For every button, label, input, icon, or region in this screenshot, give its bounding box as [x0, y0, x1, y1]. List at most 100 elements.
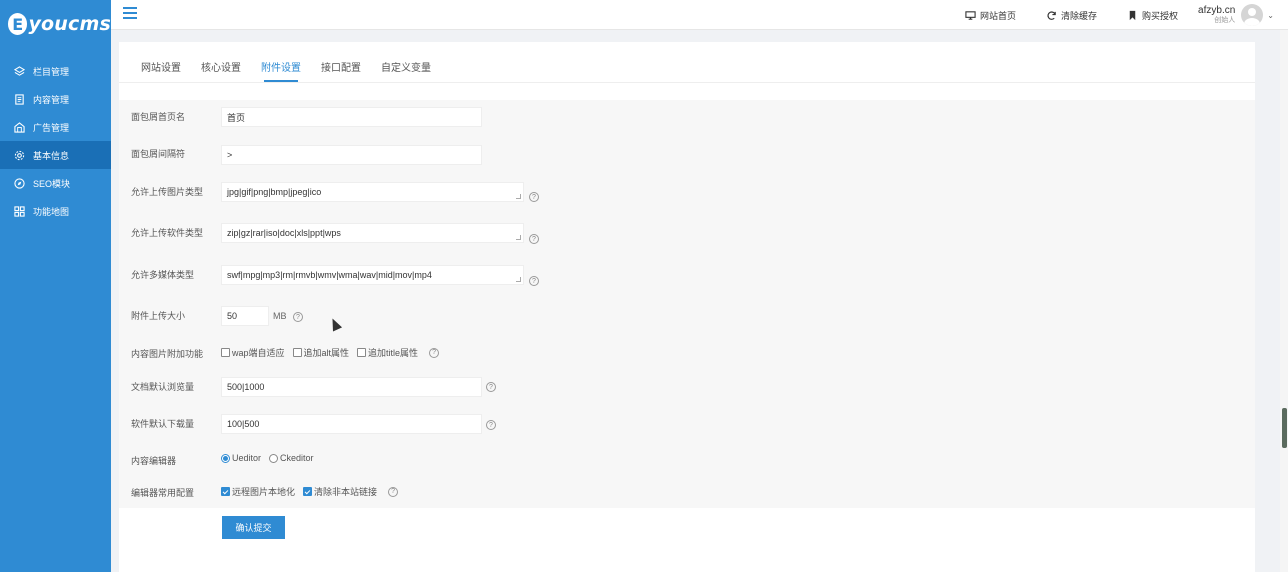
grid-icon — [13, 205, 25, 217]
doc-views-label: 文档默认浏览量 — [131, 382, 195, 392]
form-row: 允许上传软件类型 zip|gz|rar|iso|doc|xls|ppt|wps … — [119, 212, 1255, 254]
wap-adaptive-checkbox[interactable] — [221, 348, 230, 357]
form-row: 附件上传大小 50 MB ? — [119, 294, 1255, 336]
avatar[interactable] — [1241, 4, 1264, 26]
software-types-textarea[interactable]: zip|gz|rar|iso|doc|xls|ppt|wps — [221, 223, 524, 243]
tab-api-config[interactable]: 接口配置 — [311, 59, 371, 82]
image-types-label: 允许上传图片类型 — [131, 187, 204, 197]
username: afzyb.cn — [1198, 5, 1236, 16]
site-home-label: 网站首页 — [980, 10, 1017, 21]
image-types-value: jpg|gif|png|bmp|jpeg|ico — [227, 187, 322, 197]
sidebar-item-columns[interactable]: 栏目管理 — [0, 57, 111, 85]
clear-cache-link[interactable]: 清除缓存 — [1046, 9, 1097, 22]
append-title-checkbox[interactable] — [357, 348, 367, 357]
help-icon[interactable]: ? — [293, 312, 303, 322]
settings-tabs: 网站设置 核心设置 附件设置 接口配置 自定义变量 — [131, 42, 441, 82]
buy-license-link[interactable]: 购买授权 — [1127, 9, 1178, 22]
form-row: 内容编辑器 Ueditor Ckeditor — [119, 442, 1255, 474]
sidebar-nav: 栏目管理 内容管理 广告管理 基本信息 SEO模块 功能地图 — [0, 57, 111, 225]
append-alt-option[interactable]: 追加alt属性 — [292, 346, 350, 359]
sidebar-item-label: 广告管理 — [33, 122, 70, 133]
remove-external-links-checkbox[interactable] — [303, 487, 313, 496]
sidebar-item-label: 内容管理 — [33, 94, 70, 105]
remote-image-local-option[interactable]: 远程图片本地化 — [221, 485, 295, 498]
buy-license-label: 购买授权 — [1142, 10, 1179, 21]
sidebar-item-label: 栏目管理 — [33, 66, 70, 77]
upload-size-input[interactable]: 50 — [221, 306, 269, 326]
append-alt-checkbox[interactable] — [292, 348, 302, 357]
append-title-option[interactable]: 追加title属性 — [357, 346, 418, 359]
user-role: 创始人 — [1214, 17, 1236, 24]
page-scrollbar[interactable] — [1280, 30, 1288, 572]
monitor-icon — [965, 10, 976, 21]
media-types-label: 允许多媒体类型 — [131, 270, 195, 280]
breadcrumb-separator-label: 面包屑间隔符 — [131, 149, 186, 159]
help-icon[interactable]: ? — [529, 192, 539, 202]
help-icon[interactable]: ? — [529, 276, 539, 286]
ckeditor-option[interactable]: Ckeditor — [269, 453, 314, 463]
editor-options: Ueditor Ckeditor — [221, 453, 322, 463]
option-label: Ueditor — [232, 453, 262, 463]
tab-attachment-settings[interactable]: 附件设置 — [251, 59, 311, 82]
form-row: 软件默认下载量 100|500 ? — [119, 404, 1255, 442]
option-label: 追加alt属性 — [303, 348, 350, 358]
topbar: 网站首页 清除缓存 购买授权 afzyb.cn 创始人 ⌄ — [111, 0, 1288, 30]
user-info: afzyb.cn 创始人 — [1198, 5, 1235, 25]
breadcrumb-home-label: 面包屑首页名 — [131, 112, 186, 122]
top-actions: 网站首页 清除缓存 购买授权 afzyb.cn 创始人 ⌄ — [965, 0, 1288, 30]
option-label: 追加title属性 — [368, 348, 419, 358]
resize-handle-icon[interactable] — [516, 194, 521, 199]
sidebar-item-ads[interactable]: 广告管理 — [0, 113, 111, 141]
user-menu[interactable]: afzyb.cn 创始人 ⌄ — [1198, 4, 1274, 26]
image-extra-options: wap端自适应 追加alt属性 追加title属性 ? — [221, 346, 440, 359]
logo[interactable]: E youcms — [0, 0, 111, 48]
chevron-down-icon[interactable]: ⌄ — [1267, 11, 1274, 20]
document-icon — [13, 93, 25, 105]
option-label: 远程图片本地化 — [232, 487, 296, 497]
help-icon[interactable]: ? — [486, 382, 496, 392]
menu-toggle-icon[interactable] — [123, 7, 137, 19]
ad-icon — [13, 121, 25, 133]
option-label: 清除非本站链接 — [314, 487, 378, 497]
form-row: 编辑器常用配置 远程图片本地化 清除非本站链接 ? — [119, 474, 1255, 508]
soft-downloads-label: 软件默认下载量 — [131, 419, 195, 429]
sidebar-item-basic-info[interactable]: 基本信息 — [0, 141, 111, 169]
form-row: 允许上传图片类型 jpg|gif|png|bmp|jpeg|ico ? — [119, 172, 1255, 212]
help-icon[interactable]: ? — [388, 486, 399, 497]
tab-core-settings[interactable]: 核心设置 — [191, 59, 251, 82]
option-label: wap端自适应 — [232, 348, 285, 358]
form-row: 面包屑间隔符 > — [119, 136, 1255, 172]
help-icon[interactable]: ? — [486, 420, 496, 430]
media-types-textarea[interactable]: swf|mpg|mp3|rm|rmvb|wmv|wma|wav|mid|mov|… — [221, 265, 524, 285]
breadcrumb-home-input[interactable]: 首页 — [221, 107, 482, 127]
editor-config-options: 远程图片本地化 清除非本站链接 ? — [221, 485, 399, 498]
resize-handle-icon[interactable] — [516, 235, 521, 240]
settings-panel: 网站设置 核心设置 附件设置 接口配置 自定义变量 面包屑首页名 首页 面包屑间… — [119, 42, 1255, 572]
help-icon[interactable]: ? — [429, 347, 440, 358]
remove-external-links-option[interactable]: 清除非本站链接 — [303, 485, 377, 498]
submit-button[interactable]: 确认提交 — [222, 516, 285, 539]
ueditor-option[interactable]: Ueditor — [221, 453, 261, 463]
image-types-textarea[interactable]: jpg|gif|png|bmp|jpeg|ico — [221, 182, 524, 202]
scrollbar-thumb[interactable] — [1282, 408, 1287, 448]
sidebar-item-content[interactable]: 内容管理 — [0, 85, 111, 113]
compass-icon — [13, 177, 25, 189]
doc-views-input[interactable]: 500|1000 — [221, 377, 482, 397]
sidebar-item-seo[interactable]: SEO模块 — [0, 169, 111, 197]
soft-downloads-input[interactable]: 100|500 — [221, 414, 482, 434]
layers-icon — [13, 65, 25, 77]
tab-site-settings[interactable]: 网站设置 — [131, 59, 191, 82]
ckeditor-radio[interactable] — [269, 453, 279, 463]
remote-image-local-checkbox[interactable] — [221, 487, 230, 496]
sidebar-item-feature-map[interactable]: 功能地图 — [0, 197, 111, 225]
wap-adaptive-option[interactable]: wap端自适应 — [221, 346, 285, 359]
ueditor-radio[interactable] — [221, 453, 230, 463]
breadcrumb-separator-input[interactable]: > — [221, 145, 482, 165]
tab-custom-vars[interactable]: 自定义变量 — [371, 59, 441, 82]
resize-handle-icon[interactable] — [516, 277, 521, 282]
site-home-link[interactable]: 网站首页 — [965, 9, 1016, 22]
help-icon[interactable]: ? — [529, 234, 539, 244]
refresh-icon — [1046, 10, 1057, 21]
option-label: Ckeditor — [280, 453, 314, 463]
sidebar-item-label: SEO模块 — [33, 178, 71, 189]
